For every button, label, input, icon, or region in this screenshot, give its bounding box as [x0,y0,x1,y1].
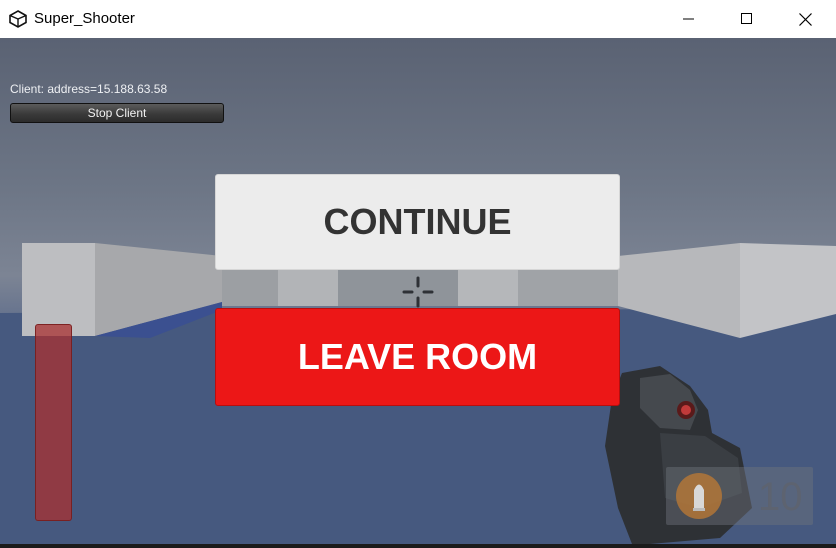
health-bar [35,324,72,521]
minimize-icon [683,18,694,20]
client-status-label: Client: address=15.188.63.58 [10,82,168,96]
window-titlebar: Super_Shooter [0,0,836,38]
maximize-button[interactable] [718,0,776,38]
left-wall-side [22,243,95,336]
center-wall-4 [458,266,518,306]
leave-room-button[interactable]: LEAVE ROOM [215,308,620,406]
close-icon [798,12,812,26]
bullet-icon [693,484,705,511]
ammo-count: 10 [758,475,803,519]
unity-icon [9,10,27,28]
center-wall-3 [338,270,458,306]
ammo-panel: 10 [666,467,813,525]
maximize-icon [741,13,752,24]
crosshair-icon [402,276,434,308]
stop-client-button[interactable]: Stop Client [10,103,224,123]
window-title: Super_Shooter [34,10,135,27]
minimize-button[interactable] [660,0,718,38]
center-wall-2 [278,266,338,306]
ammo-icon-badge [676,473,722,519]
close-button[interactable] [776,0,834,38]
window-bottom-edge [0,544,836,548]
game-viewport[interactable]: Client: address=15.188.63.58 Stop Client… [0,38,836,544]
continue-button[interactable]: CONTINUE [215,174,620,270]
